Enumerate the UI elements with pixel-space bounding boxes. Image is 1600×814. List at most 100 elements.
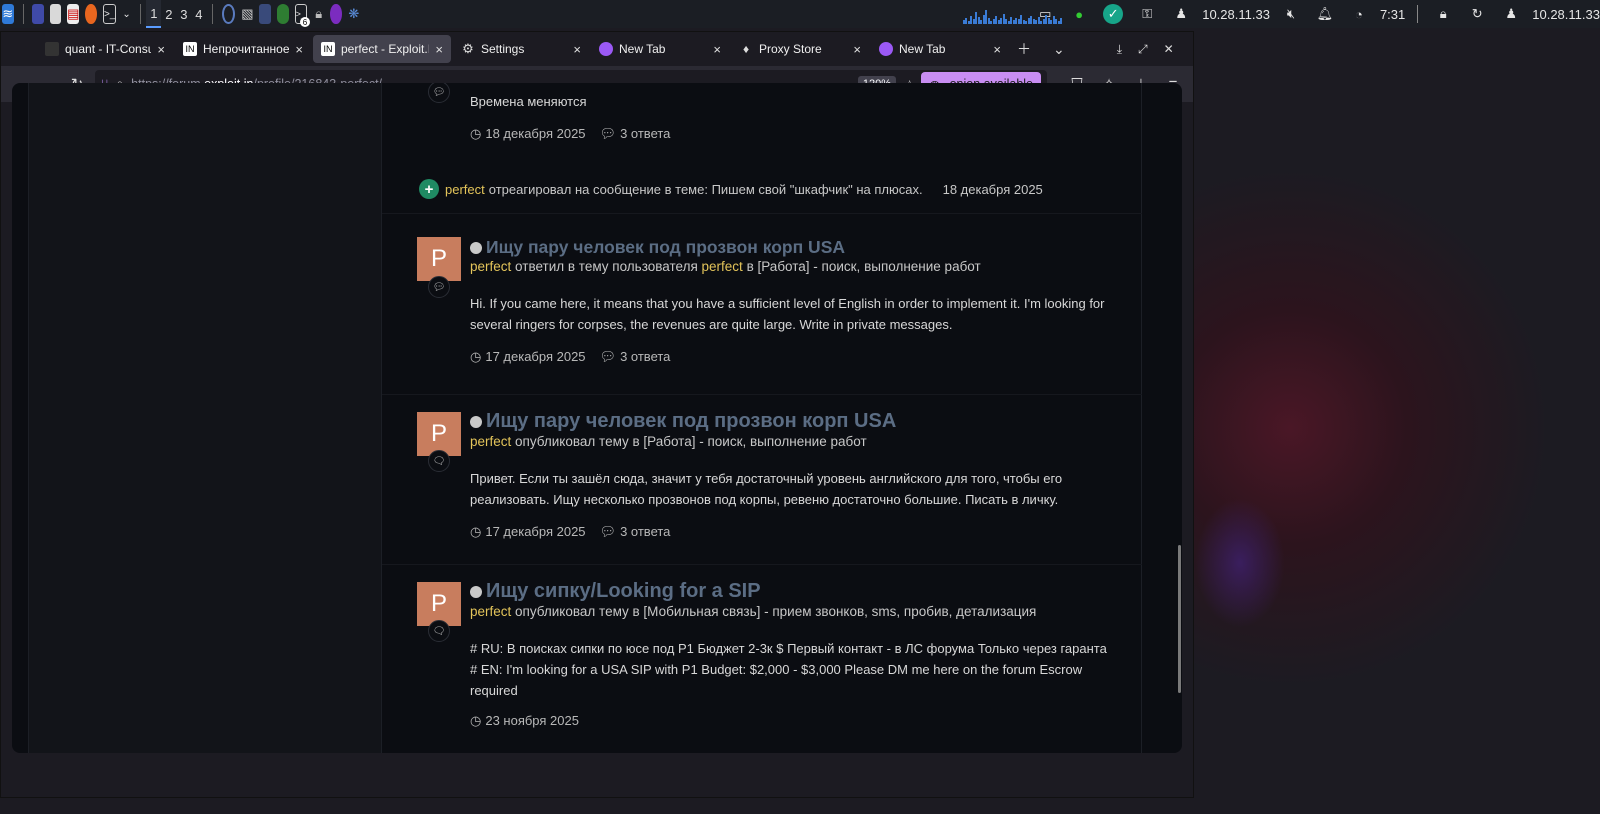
target-user-link[interactable]: perfect bbox=[702, 259, 743, 274]
reply-count[interactable]: 💬︎ 3 ответа bbox=[600, 349, 671, 365]
unread-dot-icon bbox=[470, 585, 482, 598]
new-tab-plus-icon[interactable]: ＋ bbox=[1017, 39, 1031, 59]
tab-label: Proxy Store bbox=[759, 42, 822, 56]
topic-title-link[interactable]: Ищу пару человек под прозвон корп USA bbox=[470, 237, 845, 258]
topic-title-link[interactable]: Ищу пару человек под прозвон корп USA bbox=[470, 410, 896, 433]
terminal-badge: 6 bbox=[299, 17, 310, 27]
lock-screen-icon[interactable]: 🔒︎ bbox=[1433, 4, 1453, 24]
refresh-icon[interactable]: ↻ bbox=[1467, 4, 1487, 24]
replies-text: 3 ответа bbox=[620, 126, 671, 141]
post-excerpt: Времена меняются bbox=[470, 94, 587, 109]
tab-perfect-profile[interactable]: IN perfect - Exploit.IN × bbox=[313, 35, 451, 63]
post-excerpt: # RU: В поисках сипки по юсе под P1 Бюдж… bbox=[470, 641, 1107, 698]
lock-icon[interactable]: ⚿ bbox=[1137, 4, 1157, 24]
reaction-user-link[interactable]: perfect bbox=[445, 182, 485, 197]
vpn-client-icon[interactable]: ✓ bbox=[1103, 4, 1124, 24]
workspace-3[interactable]: 3 bbox=[176, 0, 191, 28]
clock-icon: ◔ bbox=[1355, 6, 1363, 22]
activity-item: 💬︎ Времена меняются ◷ 18 декабря 2025 💬︎ 3… bbox=[382, 83, 1142, 168]
clock-time: 7:31 bbox=[1379, 6, 1406, 22]
date-text: 23 ноября 2025 bbox=[485, 713, 579, 728]
chromium-icon[interactable] bbox=[221, 4, 236, 24]
tab-unread[interactable]: IN Непрочитанное - × bbox=[175, 35, 311, 63]
clock-icon: ◷ bbox=[470, 126, 482, 141]
firefox-icon[interactable] bbox=[85, 4, 97, 24]
tab-label: New Tab bbox=[619, 42, 666, 56]
maximize-icon[interactable]: ⤢ bbox=[1138, 42, 1148, 57]
close-icon[interactable]: × bbox=[573, 42, 581, 57]
post-excerpt: Hi. If you came here, it means that you … bbox=[470, 296, 1105, 332]
wallpaper-shape bbox=[1195, 498, 1285, 628]
close-icon[interactable]: × bbox=[853, 42, 861, 57]
activity-meta: perfect опубликовал тему в [Мобильная св… bbox=[470, 604, 1036, 619]
text-editor-icon[interactable]: ▤ bbox=[67, 4, 80, 24]
user-link[interactable]: perfect bbox=[470, 259, 511, 274]
close-icon[interactable]: × bbox=[435, 42, 443, 57]
tor-browser-icon[interactable] bbox=[330, 4, 342, 24]
comment-bubble-icon: 💬︎ bbox=[428, 276, 450, 298]
tab-label: perfect - Exploit.IN bbox=[341, 42, 429, 56]
post-date[interactable]: ◷ 18 декабря 2025 bbox=[470, 126, 586, 142]
clock-icon: ◷ bbox=[470, 713, 482, 728]
lock-app-icon[interactable] bbox=[277, 4, 289, 24]
workspace-2[interactable]: 2 bbox=[161, 0, 176, 28]
user-link[interactable]: perfect bbox=[470, 604, 511, 619]
tab-proxy-store[interactable]: ♦ Proxy Store × bbox=[731, 35, 869, 63]
network-icon[interactable]: ❋ bbox=[348, 4, 360, 24]
workspace-1[interactable]: 1 bbox=[146, 0, 162, 28]
unread-dot-icon bbox=[470, 415, 482, 428]
avatar[interactable]: P bbox=[417, 237, 461, 281]
post-date[interactable]: ◷ 23 ноября 2025 bbox=[470, 713, 579, 729]
close-icon[interactable]: × bbox=[157, 42, 165, 57]
reaction-date[interactable]: 18 декабря 2025 bbox=[943, 182, 1043, 197]
page-content: 💬︎ Времена меняются ◷ 18 декабря 2025 💬︎ 3… bbox=[12, 83, 1182, 753]
tab-settings[interactable]: ⚙ Settings × bbox=[453, 35, 589, 63]
vpn-lock-icon[interactable]: 🔒︎ bbox=[313, 4, 325, 24]
window-icon[interactable] bbox=[259, 4, 272, 24]
tab-quant[interactable]: quant - IT-Consult × bbox=[37, 35, 173, 63]
comment-icon: 💬︎ bbox=[599, 349, 617, 364]
post-date[interactable]: ◷ 17 декабря 2025 bbox=[470, 349, 586, 365]
date-text: 17 декабря 2025 bbox=[485, 524, 586, 539]
reply-count[interactable]: 💬︎ 3 ответа bbox=[600, 524, 671, 540]
terminal-window-icon[interactable]: >_ 6 bbox=[294, 4, 310, 27]
scrollbar[interactable] bbox=[1178, 545, 1181, 693]
tab-label: Settings bbox=[481, 42, 525, 56]
app-menu-icon[interactable]: ≋ bbox=[2, 4, 14, 24]
status-dot-icon: ● bbox=[1075, 6, 1084, 22]
chevron-down-icon[interactable]: ⌄ bbox=[122, 4, 130, 24]
forum-link[interactable]: в [Работа] - поиск, выполнение работ bbox=[747, 259, 981, 274]
minimize-icon[interactable]: ⤓ bbox=[1117, 42, 1122, 57]
user-link[interactable]: perfect bbox=[470, 434, 511, 449]
mute-icon[interactable]: 🔇︎ bbox=[1281, 4, 1301, 24]
desktop-icon[interactable] bbox=[32, 4, 44, 24]
reply-count[interactable]: 💬︎ 3 ответа bbox=[600, 126, 671, 142]
tab-new-tab[interactable]: New Tab × bbox=[591, 35, 729, 63]
terminal-icon[interactable]: >_ bbox=[103, 4, 117, 24]
comment-bubble-icon: 💬︎ bbox=[428, 83, 450, 103]
post-excerpt: Привет. Если ты зашёл сюда, значит у теб… bbox=[470, 471, 1063, 507]
action-text[interactable]: опубликовал тему в [Мобильная связь] - п… bbox=[515, 604, 1036, 619]
document-icon[interactable]: ▧ bbox=[241, 4, 253, 24]
graph-bar bbox=[1060, 18, 1063, 24]
title-text: Ищу сипку/Looking for a SIP bbox=[486, 580, 761, 602]
action-text[interactable]: опубликовал тему в [Работа] - поиск, вып… bbox=[515, 434, 867, 449]
close-icon[interactable]: × bbox=[295, 42, 303, 57]
tab-new-tab-2[interactable]: New Tab × bbox=[871, 35, 1009, 63]
activity-item: P 💬︎ Ищу пару человек под прозвон корп U… bbox=[382, 225, 1142, 395]
workspace-4[interactable]: 4 bbox=[191, 0, 206, 28]
close-icon[interactable]: × bbox=[713, 42, 721, 57]
reaction-text[interactable]: отреагировал на сообщение в теме: Пишем … bbox=[489, 182, 923, 197]
close-icon[interactable]: × bbox=[993, 42, 1001, 57]
network-graph bbox=[962, 4, 1063, 24]
post-footer: ◷ 17 декабря 2025 💬︎ 3 ответа bbox=[470, 524, 670, 540]
topic-title-link[interactable]: Ищу сипку/Looking for a SIP bbox=[470, 580, 761, 603]
replies-text: 3 ответа bbox=[620, 349, 671, 364]
close-window-icon[interactable]: ✕ bbox=[1164, 42, 1174, 56]
comment-icon: 💬︎ bbox=[599, 524, 617, 539]
list-tabs-chevron-icon[interactable]: ⌄ bbox=[1053, 41, 1065, 58]
post-date[interactable]: ◷ 17 декабря 2025 bbox=[470, 524, 586, 540]
activity-item: P 🗨︎ Ищу сипку/Looking for a SIP perfect… bbox=[382, 564, 1142, 753]
bell-icon[interactable]: 🔔︎ bbox=[1315, 4, 1335, 24]
file-manager-icon[interactable] bbox=[49, 4, 62, 24]
